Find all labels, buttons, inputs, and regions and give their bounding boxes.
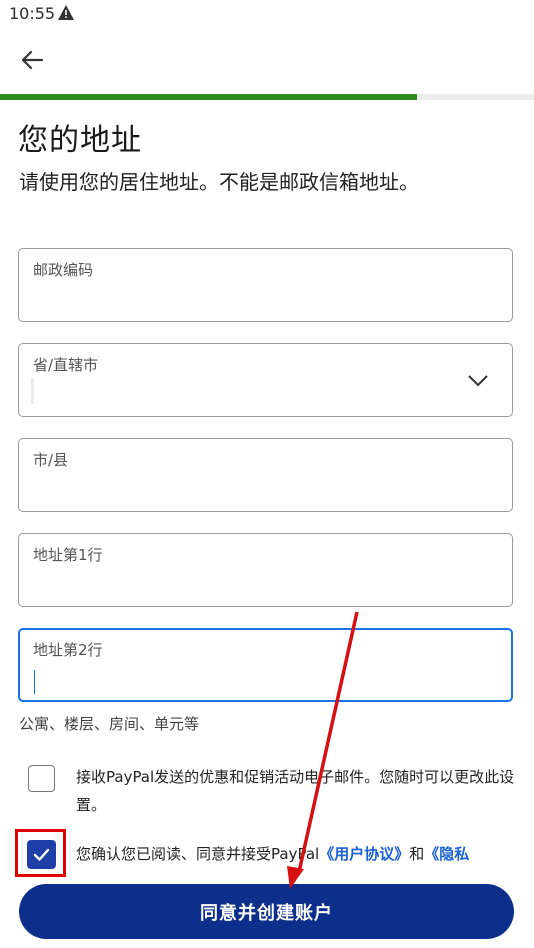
- agree-create-account-label: 同意并创建账户: [200, 902, 333, 924]
- postal-code-field[interactable]: 邮政编码: [18, 248, 513, 322]
- user-agreement-link[interactable]: 《用户协议》: [319, 845, 409, 863]
- postal-code-label: 邮政编码: [33, 261, 94, 279]
- address-line1-label: 地址第1行: [33, 546, 103, 564]
- status-time: 10:55: [9, 4, 56, 23]
- province-label: 省/直辖市: [33, 356, 99, 374]
- postal-code-input[interactable]: [33, 291, 498, 313]
- address-line2-helper: 公寓、楼层、房间、单元等: [19, 715, 200, 733]
- city-field[interactable]: 市/县: [18, 438, 513, 512]
- page-subtitle: 请使用您的居住地址。不能是邮政信箱地址。: [19, 170, 419, 194]
- city-input[interactable]: [33, 481, 498, 503]
- arrow-left-icon: [14, 50, 50, 80]
- page-title: 您的地址: [18, 123, 142, 158]
- terms-text-prefix: 您确认您已阅读、同意并接受PayPal: [76, 845, 320, 863]
- back-button[interactable]: [14, 44, 50, 76]
- city-label: 市/县: [33, 451, 69, 469]
- terms-consent-text: 您确认您已阅读、同意并接受PayPal《用户协议》和《隐私: [76, 843, 534, 865]
- address-line1-field[interactable]: 地址第1行: [18, 533, 513, 607]
- terms-conjunction: 和: [409, 845, 425, 863]
- progress-bar-fill: [0, 94, 417, 100]
- province-select[interactable]: 省/直辖市: [18, 343, 513, 417]
- privacy-link[interactable]: 《隐私: [424, 845, 469, 863]
- address-line1-input[interactable]: [33, 576, 498, 598]
- marketing-checkbox[interactable]: [28, 765, 55, 792]
- checkmark-icon: [27, 848, 56, 873]
- province-value-placeholder: [31, 378, 34, 404]
- address-line2-label: 地址第2行: [33, 641, 103, 659]
- terms-checkbox[interactable]: [27, 840, 56, 869]
- status-bar: 10:55: [0, 0, 534, 30]
- progress-bar: [0, 94, 534, 100]
- text-cursor: [34, 670, 35, 694]
- marketing-consent-text: 接收PayPal发送的优惠和促销活动电子邮件。您随时可以更改此设置。: [76, 768, 515, 814]
- warning-triangle-icon: [58, 5, 74, 24]
- agree-create-account-button[interactable]: 同意并创建账户: [19, 884, 514, 939]
- address-line2-field[interactable]: 地址第2行: [18, 628, 513, 702]
- chevron-down-icon: [468, 372, 488, 391]
